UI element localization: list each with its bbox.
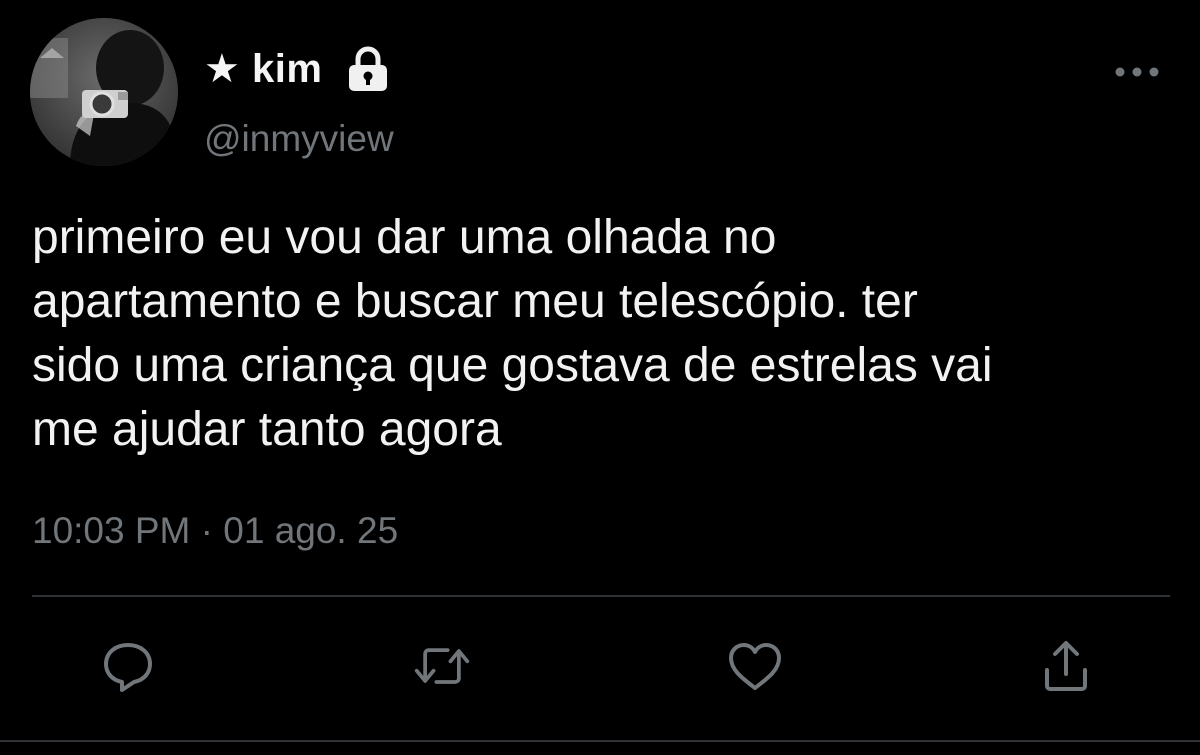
tweet-text-line: primeiro eu vou dar uma olhada no — [32, 211, 777, 264]
retweet-icon — [414, 648, 470, 684]
tweet-text-line: sido uma criança que gostava de estrelas… — [32, 339, 993, 392]
tweet-date: 01 ago. 25 — [223, 510, 399, 551]
more-horizontal-icon[interactable] — [1112, 60, 1162, 84]
tweet-card: ★ kim @inmyview primeiro eu vou dar uma … — [0, 0, 1200, 755]
avatar[interactable] — [30, 18, 178, 166]
lock-icon — [346, 46, 390, 92]
user-name-row[interactable]: ★ kim — [204, 44, 390, 94]
share-button[interactable] — [1036, 636, 1096, 696]
divider — [32, 595, 1170, 597]
like-button[interactable] — [725, 636, 785, 696]
reply-button[interactable] — [98, 636, 158, 696]
reply-icon — [104, 643, 152, 692]
tweet-text-line: apartamento e buscar meu telescópio. ter — [32, 275, 918, 328]
like-icon — [729, 643, 781, 690]
retweet-button[interactable] — [412, 636, 472, 696]
tweet-timestamp[interactable]: 10:03 PM · 01 ago. 25 — [32, 510, 398, 552]
share-icon — [1045, 641, 1087, 691]
tweet-text: primeiro eu vou dar uma olhada no aparta… — [32, 206, 1182, 462]
tweet-text-line: me ajudar tanto agora — [32, 403, 502, 456]
bottom-divider — [0, 740, 1200, 742]
display-name[interactable]: ★ kim — [204, 46, 322, 92]
avatar-photo — [30, 18, 178, 166]
tweet-time: 10:03 PM — [32, 510, 191, 551]
user-handle[interactable]: @inmyview — [204, 118, 394, 160]
meta-separator: · — [200, 510, 213, 551]
